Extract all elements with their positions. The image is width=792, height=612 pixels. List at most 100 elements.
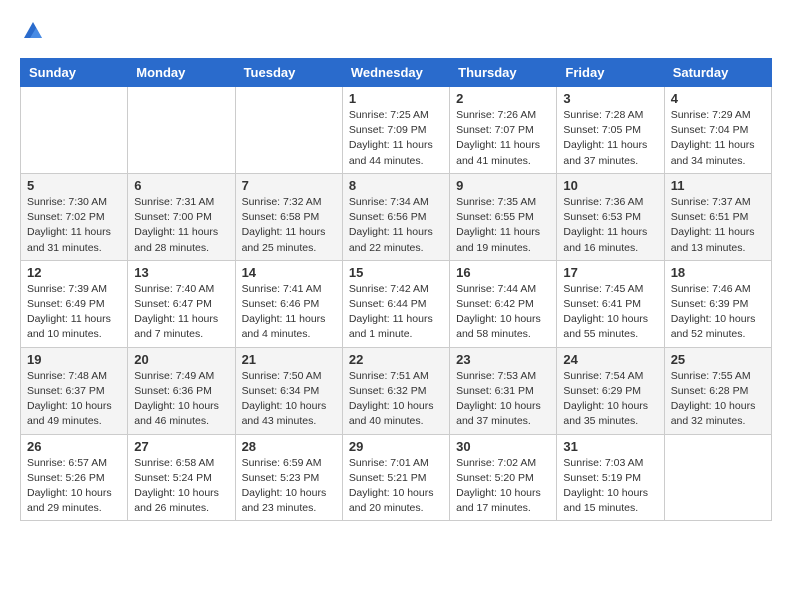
day-number: 16 [456,265,550,280]
calendar-cell: 17 Sunrise: 7:45 AM Sunset: 6:41 PM Dayli… [557,260,664,347]
logo [20,20,44,42]
day-info: Sunrise: 7:44 AM Sunset: 6:42 PM Dayligh… [456,282,550,343]
day-of-week-header: Sunday [21,59,128,87]
day-info: Sunrise: 7:34 AM Sunset: 6:56 PM Dayligh… [349,195,443,256]
day-number: 7 [242,178,336,193]
day-info: Sunrise: 7:39 AM Sunset: 6:49 PM Dayligh… [27,282,121,343]
calendar-week-row: 26 Sunrise: 6:57 AM Sunset: 5:26 PM Dayli… [21,434,772,521]
day-info: Sunrise: 7:29 AM Sunset: 7:04 PM Dayligh… [671,108,765,169]
calendar-cell: 1 Sunrise: 7:25 AM Sunset: 7:09 PM Daylig… [342,87,449,174]
calendar-cell: 11 Sunrise: 7:37 AM Sunset: 6:51 PM Dayli… [664,173,771,260]
day-number: 22 [349,352,443,367]
day-info: Sunrise: 7:35 AM Sunset: 6:55 PM Dayligh… [456,195,550,256]
day-number: 20 [134,352,228,367]
day-info: Sunrise: 7:50 AM Sunset: 6:34 PM Dayligh… [242,369,336,430]
day-info: Sunrise: 7:48 AM Sunset: 6:37 PM Dayligh… [27,369,121,430]
calendar-cell: 27 Sunrise: 6:58 AM Sunset: 5:24 PM Dayli… [128,434,235,521]
day-number: 24 [563,352,657,367]
calendar-cell: 10Sunrise: 7:36 AM Sunset: 6:53 PM Dayli… [557,173,664,260]
calendar-cell: 15 Sunrise: 7:42 AM Sunset: 6:44 PM Dayli… [342,260,449,347]
day-of-week-header: Tuesday [235,59,342,87]
day-info: Sunrise: 7:36 AM Sunset: 6:53 PM Dayligh… [563,195,657,256]
day-info: Sunrise: 7:30 AM Sunset: 7:02 PM Dayligh… [27,195,121,256]
day-number: 15 [349,265,443,280]
day-number: 30 [456,439,550,454]
calendar-table: SundayMondayTuesdayWednesdayThursdayFrid… [20,58,772,521]
day-number: 14 [242,265,336,280]
day-number: 6 [134,178,228,193]
calendar-cell: 14 Sunrise: 7:41 AM Sunset: 6:46 PM Dayli… [235,260,342,347]
day-number: 11 [671,178,765,193]
calendar-cell: 22Sunrise: 7:51 AM Sunset: 6:32 PM Dayli… [342,347,449,434]
day-number: 19 [27,352,121,367]
day-info: Sunrise: 6:57 AM Sunset: 5:26 PM Dayligh… [27,456,121,517]
day-info: Sunrise: 7:40 AM Sunset: 6:47 PM Dayligh… [134,282,228,343]
calendar-cell: 16 Sunrise: 7:44 AM Sunset: 6:42 PM Dayli… [450,260,557,347]
calendar-cell: 25Sunrise: 7:55 AM Sunset: 6:28 PM Dayli… [664,347,771,434]
day-number: 29 [349,439,443,454]
day-info: Sunrise: 7:32 AM Sunset: 6:58 PM Dayligh… [242,195,336,256]
day-info: Sunrise: 7:25 AM Sunset: 7:09 PM Dayligh… [349,108,443,169]
calendar-cell: 2Sunrise: 7:26 AM Sunset: 7:07 PM Daylig… [450,87,557,174]
day-info: Sunrise: 7:49 AM Sunset: 6:36 PM Dayligh… [134,369,228,430]
day-number: 28 [242,439,336,454]
day-info: Sunrise: 7:41 AM Sunset: 6:46 PM Dayligh… [242,282,336,343]
day-number: 5 [27,178,121,193]
calendar-cell: 23 Sunrise: 7:53 AM Sunset: 6:31 PM Dayli… [450,347,557,434]
day-info: Sunrise: 7:45 AM Sunset: 6:41 PM Dayligh… [563,282,657,343]
day-of-week-header: Monday [128,59,235,87]
page-header [20,20,772,42]
calendar-cell: 3 Sunrise: 7:28 AM Sunset: 7:05 PM Daylig… [557,87,664,174]
calendar-cell [21,87,128,174]
day-info: Sunrise: 7:46 AM Sunset: 6:39 PM Dayligh… [671,282,765,343]
calendar-cell: 5 Sunrise: 7:30 AM Sunset: 7:02 PM Daylig… [21,173,128,260]
day-of-week-header: Saturday [664,59,771,87]
day-number: 2 [456,91,550,106]
day-number: 3 [563,91,657,106]
calendar-week-row: 5 Sunrise: 7:30 AM Sunset: 7:02 PM Daylig… [21,173,772,260]
day-of-week-header: Wednesday [342,59,449,87]
calendar-cell: 31Sunrise: 7:03 AM Sunset: 5:19 PM Dayli… [557,434,664,521]
calendar-cell: 20 Sunrise: 7:49 AM Sunset: 6:36 PM Dayli… [128,347,235,434]
day-info: Sunrise: 7:02 AM Sunset: 5:20 PM Dayligh… [456,456,550,517]
calendar-cell: 6 Sunrise: 7:31 AM Sunset: 7:00 PM Daylig… [128,173,235,260]
day-info: Sunrise: 7:37 AM Sunset: 6:51 PM Dayligh… [671,195,765,256]
day-number: 25 [671,352,765,367]
calendar-week-row: 1 Sunrise: 7:25 AM Sunset: 7:09 PM Daylig… [21,87,772,174]
calendar-header-row: SundayMondayTuesdayWednesdayThursdayFrid… [21,59,772,87]
calendar-cell: 12Sunrise: 7:39 AM Sunset: 6:49 PM Dayli… [21,260,128,347]
day-number: 17 [563,265,657,280]
calendar-cell: 4Sunrise: 7:29 AM Sunset: 7:04 PM Daylig… [664,87,771,174]
day-number: 27 [134,439,228,454]
day-info: Sunrise: 6:59 AM Sunset: 5:23 PM Dayligh… [242,456,336,517]
day-info: Sunrise: 7:28 AM Sunset: 7:05 PM Dayligh… [563,108,657,169]
calendar-cell: 7 Sunrise: 7:32 AM Sunset: 6:58 PM Daylig… [235,173,342,260]
day-number: 23 [456,352,550,367]
day-info: Sunrise: 6:58 AM Sunset: 5:24 PM Dayligh… [134,456,228,517]
day-number: 26 [27,439,121,454]
day-info: Sunrise: 7:31 AM Sunset: 7:00 PM Dayligh… [134,195,228,256]
day-number: 1 [349,91,443,106]
day-info: Sunrise: 7:01 AM Sunset: 5:21 PM Dayligh… [349,456,443,517]
calendar-cell [128,87,235,174]
calendar-cell: 19 Sunrise: 7:48 AM Sunset: 6:37 PM Dayli… [21,347,128,434]
day-number: 18 [671,265,765,280]
calendar-cell: 30 Sunrise: 7:02 AM Sunset: 5:20 PM Dayli… [450,434,557,521]
day-number: 8 [349,178,443,193]
day-info: Sunrise: 7:54 AM Sunset: 6:29 PM Dayligh… [563,369,657,430]
calendar-cell: 26 Sunrise: 6:57 AM Sunset: 5:26 PM Dayli… [21,434,128,521]
calendar-cell: 18 Sunrise: 7:46 AM Sunset: 6:39 PM Dayli… [664,260,771,347]
calendar-week-row: 19 Sunrise: 7:48 AM Sunset: 6:37 PM Dayli… [21,347,772,434]
day-info: Sunrise: 7:03 AM Sunset: 5:19 PM Dayligh… [563,456,657,517]
day-info: Sunrise: 7:53 AM Sunset: 6:31 PM Dayligh… [456,369,550,430]
calendar-cell: 13 Sunrise: 7:40 AM Sunset: 6:47 PM Dayli… [128,260,235,347]
day-info: Sunrise: 7:42 AM Sunset: 6:44 PM Dayligh… [349,282,443,343]
day-number: 13 [134,265,228,280]
calendar-cell: 8 Sunrise: 7:34 AM Sunset: 6:56 PM Daylig… [342,173,449,260]
calendar-cell [235,87,342,174]
day-number: 9 [456,178,550,193]
calendar-cell: 28 Sunrise: 6:59 AM Sunset: 5:23 PM Dayli… [235,434,342,521]
calendar-cell [664,434,771,521]
day-of-week-header: Thursday [450,59,557,87]
calendar-cell: 29 Sunrise: 7:01 AM Sunset: 5:21 PM Dayli… [342,434,449,521]
